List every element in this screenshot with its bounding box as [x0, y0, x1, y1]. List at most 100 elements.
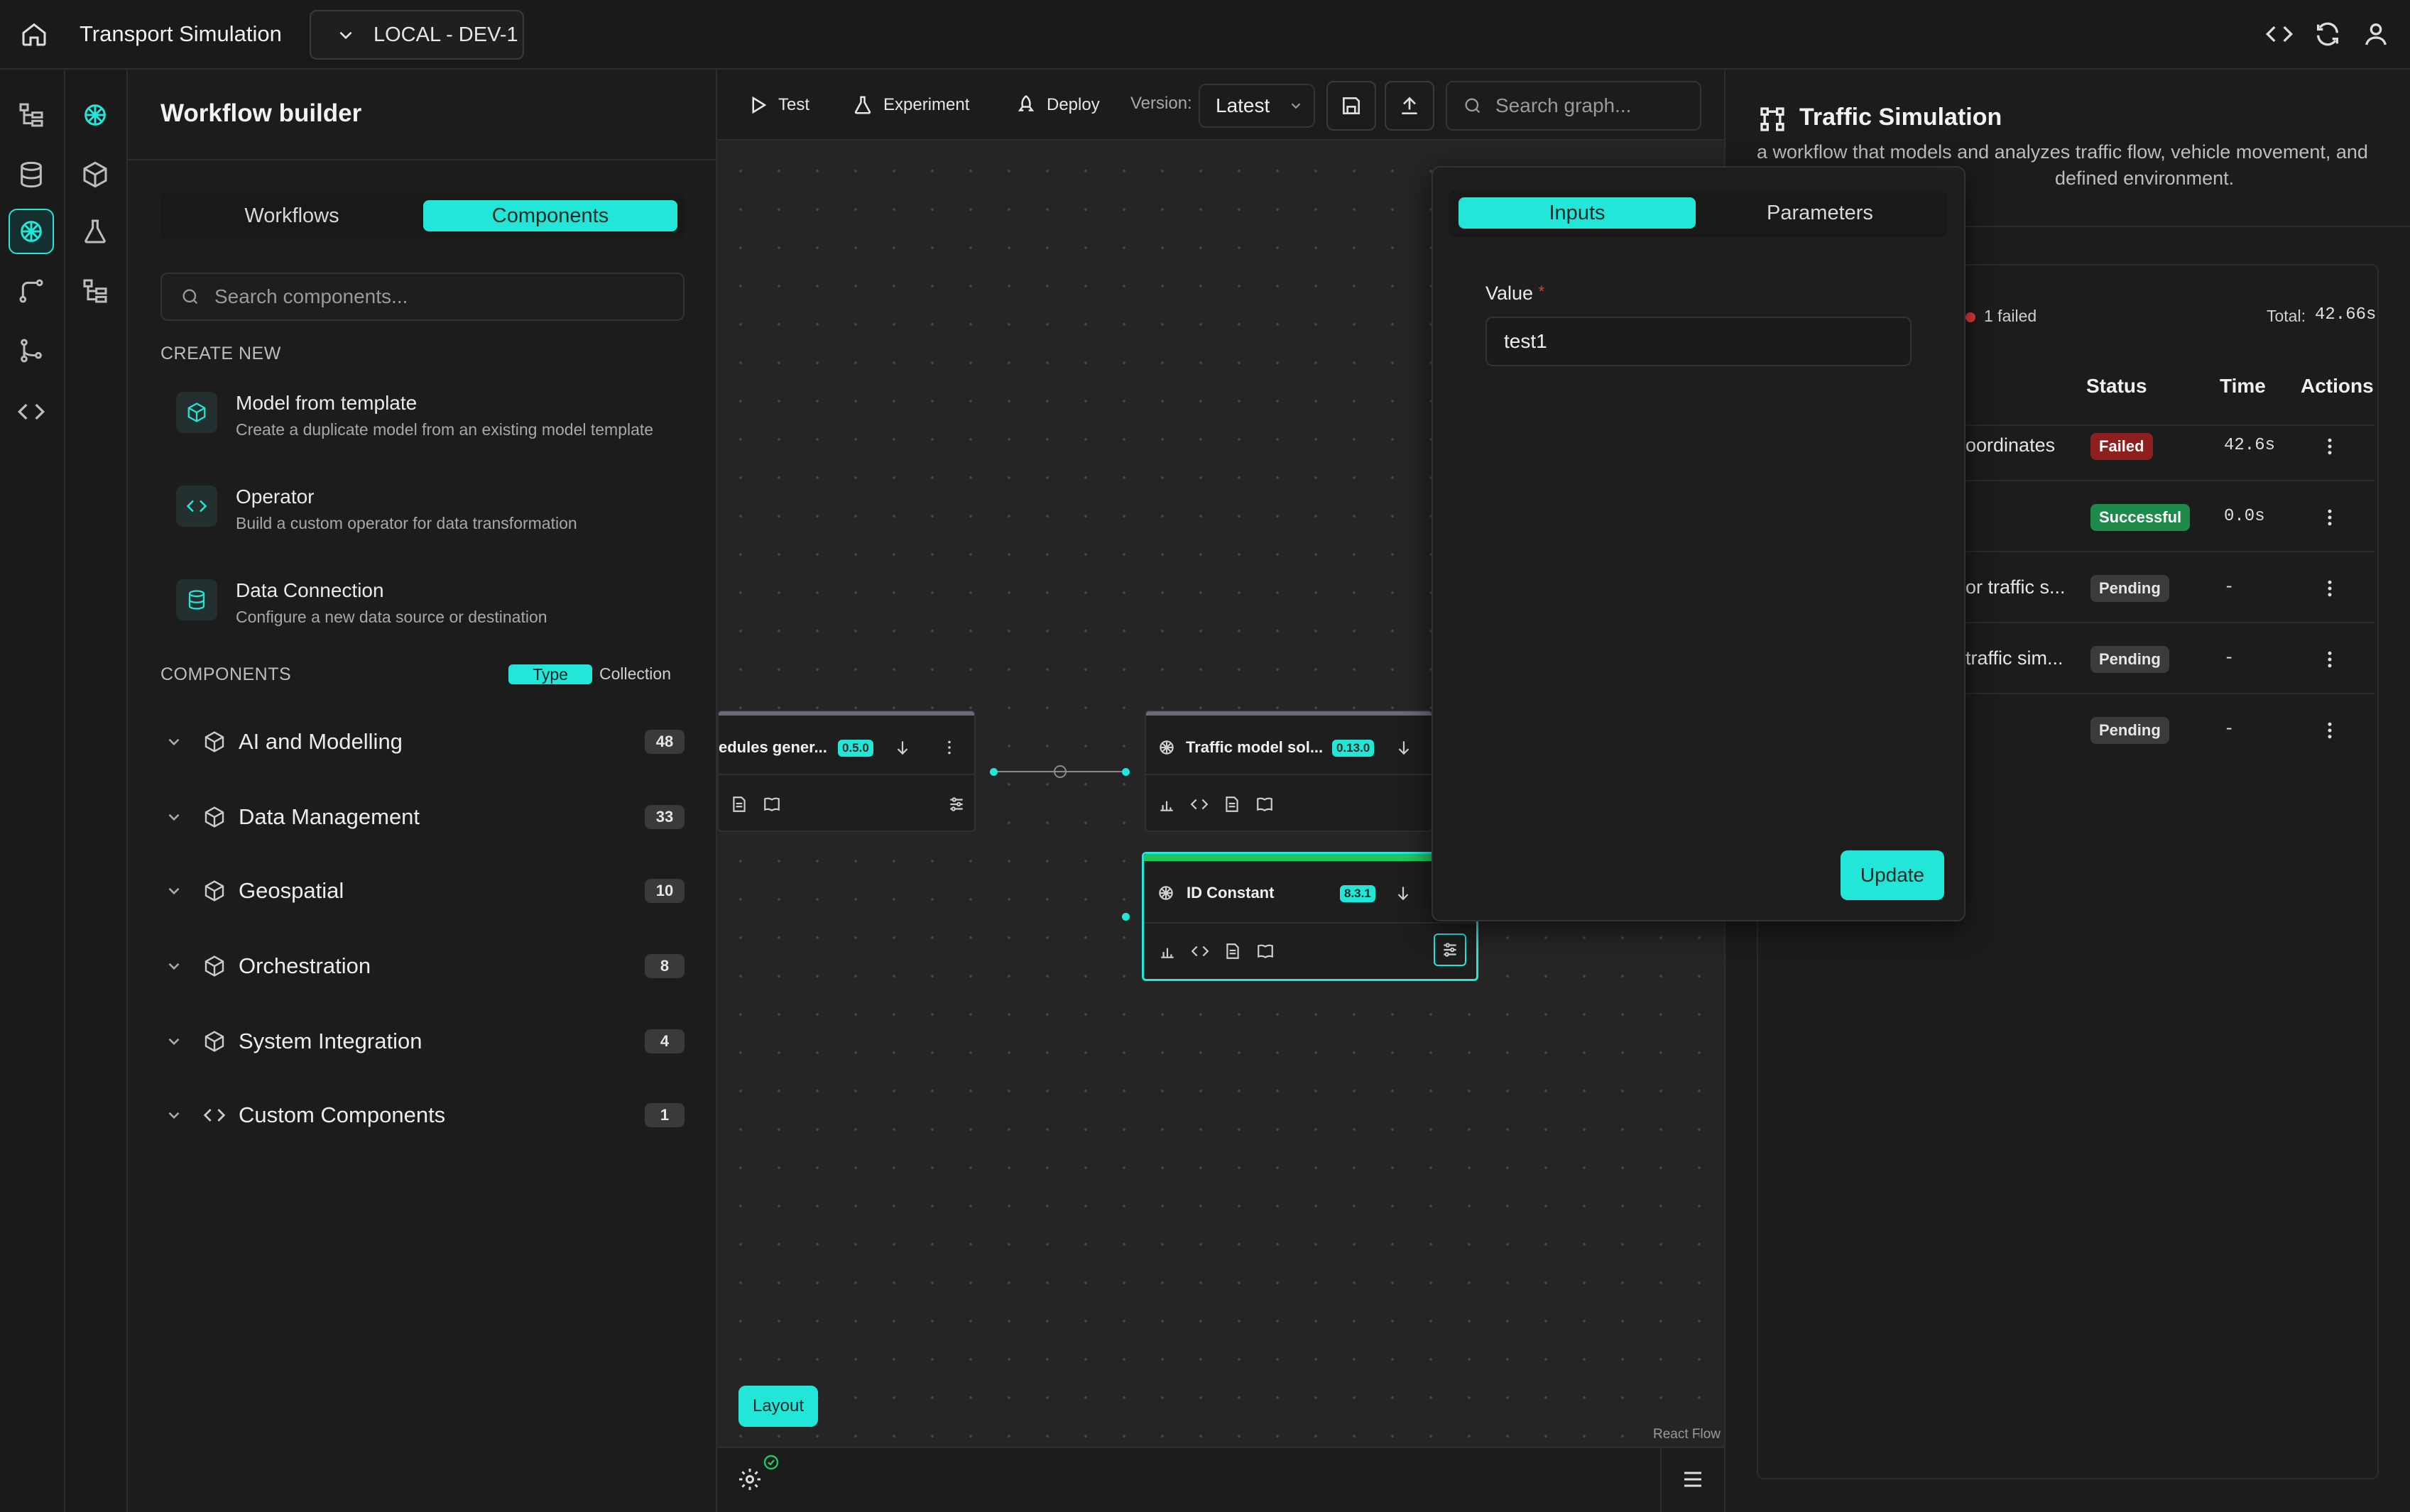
- cube-icon: [203, 1030, 226, 1053]
- environment-select[interactable]: LOCAL - DEV-1: [310, 10, 524, 60]
- category-count: 33: [645, 805, 685, 829]
- total-value: 42.66s: [2315, 305, 2377, 324]
- tree-icon[interactable]: [81, 277, 109, 305]
- create-data-connection[interactable]: Data Connection Configure a new data sou…: [176, 576, 673, 654]
- user-icon[interactable]: [2362, 20, 2390, 48]
- cube-icon: [203, 806, 226, 828]
- brain-icon: [1157, 738, 1176, 757]
- tab-components[interactable]: Components: [423, 200, 677, 231]
- category-system-integration[interactable]: System Integration 4: [160, 1017, 685, 1066]
- book-icon[interactable]: [1256, 942, 1275, 960]
- settings-icon[interactable]: [737, 1467, 763, 1492]
- deploy-button[interactable]: Deploy: [1015, 92, 1100, 118]
- step-name: oordinates: [1965, 434, 2056, 456]
- create-item-title: Data Connection: [236, 579, 384, 601]
- update-button[interactable]: Update: [1841, 850, 1944, 900]
- create-operator[interactable]: Operator Build a custom operator for dat…: [176, 483, 673, 561]
- git-branch-icon[interactable]: [17, 336, 45, 365]
- group-by-type-toggle[interactable]: Type: [508, 664, 592, 684]
- chevron-down-icon: [165, 957, 183, 975]
- column-time: Time: [2220, 375, 2266, 397]
- create-item-desc: Configure a new data source or destinati…: [236, 608, 547, 626]
- step-time: 0.0s: [2224, 507, 2265, 526]
- refresh-icon[interactable]: [2313, 20, 2342, 48]
- brain-icon[interactable]: [81, 101, 109, 129]
- version-select[interactable]: Latest: [1199, 84, 1315, 128]
- category-custom-components[interactable]: Custom Components 1: [160, 1090, 685, 1140]
- arrow-down-icon[interactable]: [1395, 738, 1413, 757]
- more-vertical-icon[interactable]: [940, 738, 959, 757]
- code-icon[interactable]: [1191, 942, 1209, 960]
- workflow-node[interactable]: Traffic model sol... 0.13.0: [1145, 710, 1433, 832]
- document-icon[interactable]: [1223, 942, 1242, 960]
- arrow-down-icon[interactable]: [893, 738, 912, 757]
- menu-icon[interactable]: [1680, 1467, 1706, 1492]
- workflow-node-selected[interactable]: ID Constant 8.3.1: [1142, 852, 1478, 981]
- status-badge: Pending: [2090, 646, 2169, 673]
- failed-dot: [1965, 312, 1975, 322]
- code-icon[interactable]: [2265, 20, 2294, 48]
- step-name: traffic sim...: [1965, 647, 2063, 669]
- category-count: 1: [645, 1103, 685, 1127]
- search-graph-input[interactable]: Search graph...: [1446, 81, 1701, 131]
- node-settings-button[interactable]: [1434, 933, 1466, 966]
- flask-icon[interactable]: [81, 217, 109, 246]
- save-button[interactable]: [1326, 81, 1376, 131]
- status-badge: Failed: [2090, 433, 2153, 460]
- layout-button[interactable]: Layout: [738, 1386, 818, 1427]
- more-vertical-icon[interactable]: [2319, 720, 2340, 741]
- code-icon[interactable]: [1190, 795, 1209, 813]
- node-input-handle[interactable]: [1122, 768, 1130, 776]
- more-vertical-icon[interactable]: [2319, 507, 2340, 528]
- tab-parameters[interactable]: Parameters: [1701, 197, 1939, 229]
- step-time: -: [2224, 720, 2235, 739]
- code-icon[interactable]: [17, 398, 45, 426]
- home-icon[interactable]: [20, 20, 48, 48]
- workflow-brain-icon[interactable]: [17, 217, 45, 246]
- bar-chart-icon[interactable]: [1158, 942, 1177, 960]
- category-orchestration[interactable]: Orchestration 8: [160, 941, 685, 991]
- pipeline-icon[interactable]: [17, 277, 45, 305]
- create-item-desc: Create a duplicate model from an existin…: [236, 420, 654, 439]
- more-vertical-icon[interactable]: [2319, 436, 2340, 457]
- chevron-down-icon: [337, 26, 355, 44]
- document-icon[interactable]: [1223, 795, 1241, 813]
- upload-button[interactable]: [1385, 81, 1434, 131]
- sliders-icon[interactable]: [947, 795, 966, 813]
- chevron-down-icon: [1288, 98, 1304, 114]
- required-mark: *: [1538, 283, 1545, 300]
- create-model-from-template[interactable]: Model from template Create a duplicate m…: [176, 389, 673, 467]
- sidebar-divider: [128, 159, 717, 160]
- cube-icon[interactable]: [81, 160, 109, 189]
- group-by-collection-toggle[interactable]: Collection: [599, 664, 671, 684]
- tab-workflows[interactable]: Workflows: [168, 200, 416, 231]
- hierarchy-icon[interactable]: [17, 101, 45, 129]
- bar-chart-icon[interactable]: [1157, 795, 1176, 813]
- more-vertical-icon[interactable]: [2319, 649, 2340, 670]
- node-input-handle[interactable]: [1122, 913, 1130, 921]
- workflow-node[interactable]: edules gener... 0.5.0: [717, 710, 976, 832]
- book-icon[interactable]: [1255, 795, 1274, 813]
- document-icon[interactable]: [730, 795, 748, 813]
- database-icon[interactable]: [17, 160, 45, 189]
- category-geospatial[interactable]: Geospatial 10: [160, 866, 685, 916]
- value-field-label: Value *: [1485, 283, 1544, 305]
- more-vertical-icon[interactable]: [2319, 578, 2340, 599]
- value-input[interactable]: test1: [1485, 317, 1912, 366]
- tab-inputs[interactable]: Inputs: [1458, 197, 1696, 229]
- react-flow-attribution[interactable]: React Flow: [1653, 1427, 1721, 1442]
- experiment-button[interactable]: Experiment: [852, 92, 969, 118]
- category-ai-and-modelling[interactable]: AI and Modelling 48: [160, 717, 685, 767]
- brain-icon: [1157, 884, 1175, 902]
- category-count: 8: [645, 954, 685, 978]
- node-title: edules gener...: [719, 738, 827, 756]
- category-data-management[interactable]: Data Management 33: [160, 792, 685, 842]
- cube-icon: [203, 880, 226, 902]
- arrow-down-icon[interactable]: [1394, 884, 1412, 902]
- node-version-badge: 8.3.1: [1340, 885, 1375, 902]
- total-label: Total:: [2267, 307, 2306, 325]
- node-output-handle[interactable]: [990, 768, 998, 776]
- book-icon[interactable]: [763, 795, 781, 813]
- search-components-input[interactable]: Search components...: [160, 273, 685, 321]
- test-button[interactable]: Test: [747, 92, 809, 118]
